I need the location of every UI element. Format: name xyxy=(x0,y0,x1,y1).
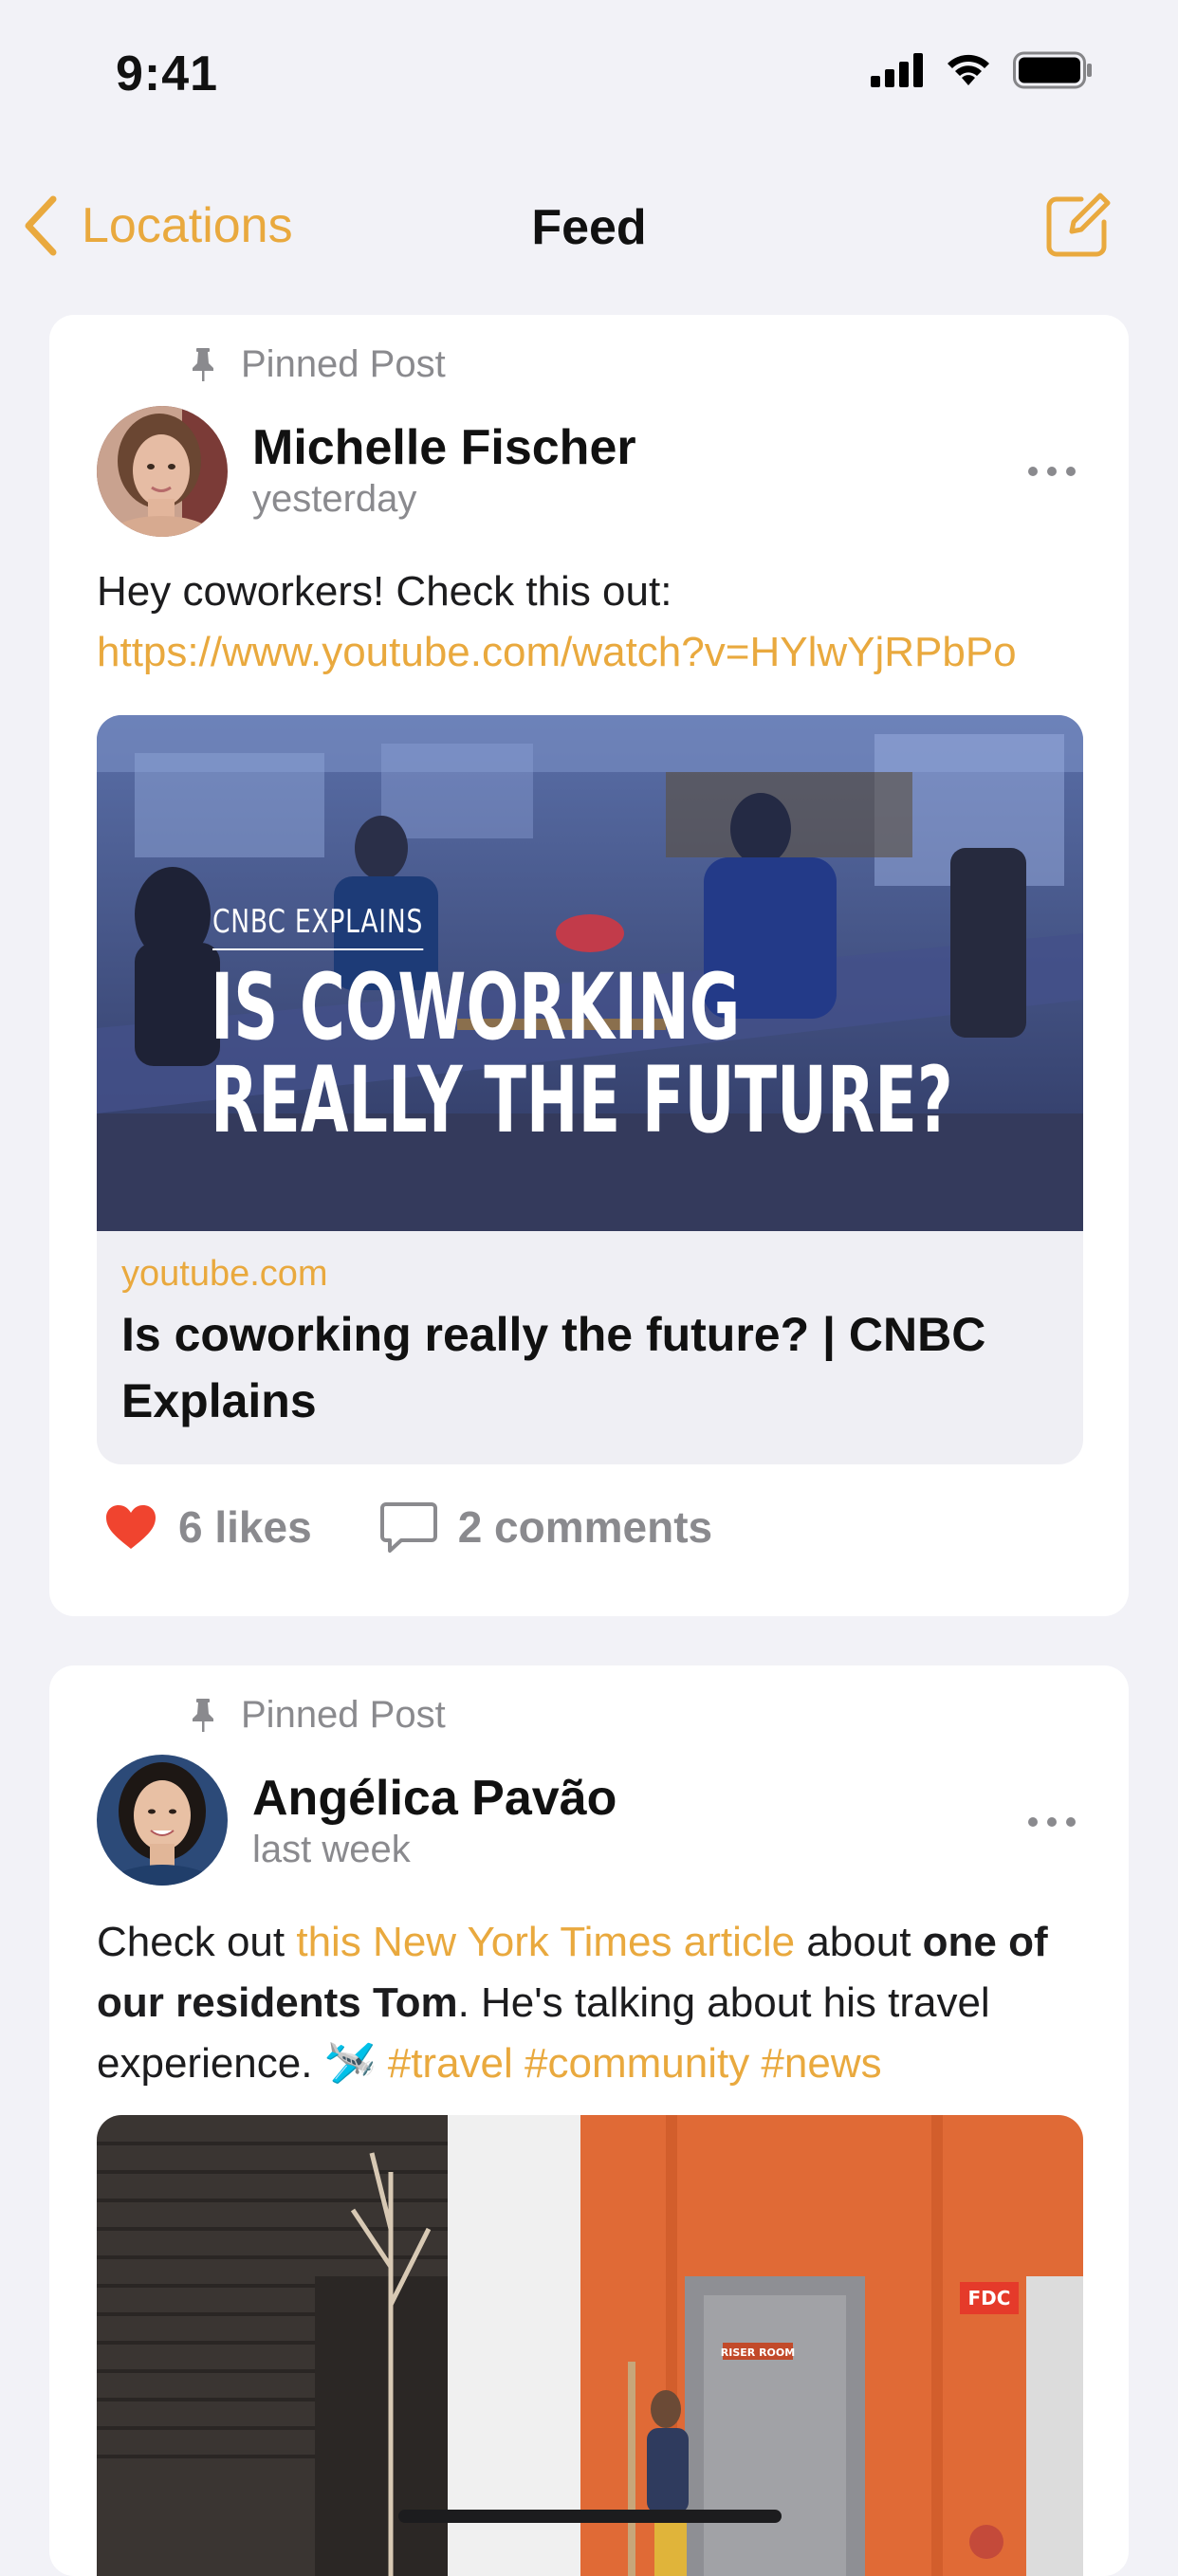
dot xyxy=(1047,467,1057,476)
post-body: Check out this New York Times article ab… xyxy=(97,1912,1093,2094)
likes-count: 6 likes xyxy=(178,1502,312,1552)
battery-icon xyxy=(1013,51,1092,89)
cellular-signal-icon xyxy=(871,53,923,87)
avatar-image xyxy=(97,406,228,537)
heart-icon xyxy=(106,1505,156,1549)
building-photo: RISER ROOM FDC xyxy=(97,2115,1083,2576)
dot xyxy=(1028,1817,1038,1827)
status-bar: 9:41 xyxy=(0,0,1178,142)
comment-icon xyxy=(379,1502,437,1553)
airplane-emoji: 🛩️ xyxy=(323,2040,377,2087)
pinned-label: Pinned Post xyxy=(241,343,446,385)
avatar[interactable] xyxy=(97,1755,228,1886)
post-body: Hey coworkers! Check this out: https://w… xyxy=(97,561,1093,683)
post-timestamp: yesterday xyxy=(252,478,417,520)
fdc-sign: FDC xyxy=(968,2287,1011,2309)
post-card[interactable]: Pinned Post Angélica Pavão last week Che… xyxy=(49,1665,1129,2576)
post-text: about xyxy=(795,1919,923,1965)
navigation-bar: Locations Feed xyxy=(0,161,1178,285)
post-card[interactable]: Pinned Post Michelle Fischer yesterday H… xyxy=(49,315,1129,1616)
post-text: Hey coworkers! Check this out: xyxy=(97,568,672,615)
dot xyxy=(1066,467,1076,476)
thumbnail-headline-line1: IS COWORKING xyxy=(211,954,741,1060)
comments-button[interactable]: 2 comments xyxy=(379,1500,713,1554)
preview-domain: youtube.com xyxy=(121,1254,328,1294)
dot xyxy=(1028,467,1038,476)
link-preview[interactable]: CNBC EXPLAINS IS COWORKING REALLY THE FU… xyxy=(97,715,1083,1464)
pin-icon xyxy=(193,1698,213,1732)
article-link[interactable]: this New York Times article xyxy=(296,1919,795,1965)
avatar-image xyxy=(97,1755,228,1886)
compose-button[interactable] xyxy=(1043,192,1112,265)
pinned-indicator: Pinned Post xyxy=(192,1694,446,1737)
pinned-indicator: Pinned Post xyxy=(192,343,446,386)
status-time: 9:41 xyxy=(116,46,219,101)
chevron-left-icon xyxy=(25,195,57,256)
author-name[interactable]: Michelle Fischer xyxy=(252,419,636,476)
avatar[interactable] xyxy=(97,406,228,537)
post-photo[interactable]: RISER ROOM FDC xyxy=(97,2115,1083,2576)
compose-icon xyxy=(1046,193,1111,257)
back-button[interactable]: Locations xyxy=(23,195,293,256)
wifi-icon xyxy=(948,54,989,85)
status-icons xyxy=(871,51,1093,89)
pinned-label: Pinned Post xyxy=(241,1694,446,1736)
post-text: Check out xyxy=(97,1919,297,1965)
author-name[interactable]: Angélica Pavão xyxy=(252,1770,617,1827)
more-options-button[interactable] xyxy=(1028,467,1076,476)
back-button-label: Locations xyxy=(82,198,293,253)
dot xyxy=(1066,1817,1076,1827)
post-link[interactable]: https://www.youtube.com/watch?v=HYlwYjRP… xyxy=(97,629,1017,675)
like-button[interactable]: 6 likes xyxy=(104,1501,312,1553)
thumbnail-overline: CNBC EXPLAINS xyxy=(212,903,424,950)
hashtags[interactable]: #travel #community #news xyxy=(377,2040,882,2087)
thumbnail-headline-line2: REALLY THE FUTURE? xyxy=(211,1047,953,1153)
post-timestamp: last week xyxy=(252,1829,411,1870)
more-options-button[interactable] xyxy=(1028,1817,1076,1827)
comments-count: 2 comments xyxy=(457,1502,713,1552)
pin-icon xyxy=(193,347,213,381)
home-indicator[interactable] xyxy=(398,2510,782,2523)
riser-room-sign: RISER ROOM xyxy=(721,2346,795,2359)
dot xyxy=(1047,1817,1057,1827)
post-actions: 6 likes 2 comments xyxy=(104,1500,712,1554)
preview-title: Is coworking really the future? | CNBC E… xyxy=(121,1308,986,1427)
